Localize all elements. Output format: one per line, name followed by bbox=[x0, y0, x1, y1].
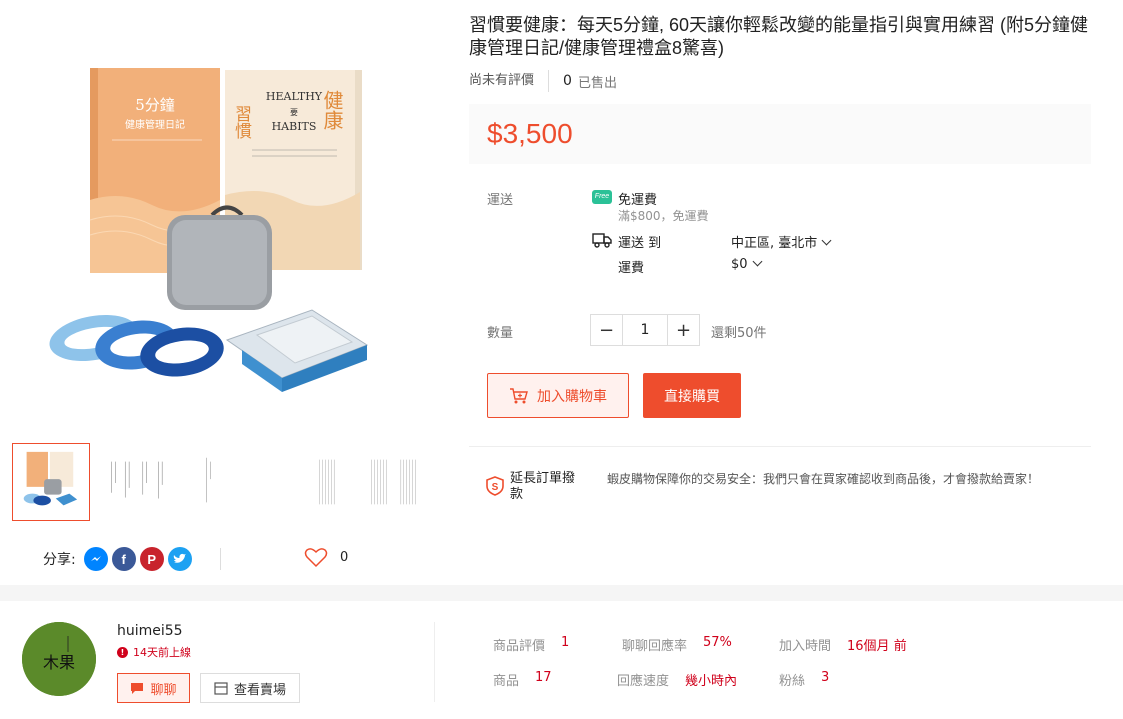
ship-to-value: 中正區, 臺北市 bbox=[731, 236, 818, 251]
like-count: 0 bbox=[340, 549, 349, 565]
book-left-subtitle: 健康管理日記 bbox=[125, 118, 185, 131]
heart-icon bbox=[304, 548, 328, 568]
stat-response-rate: 聊聊回應率 57% bbox=[622, 635, 732, 654]
stat-followers-value: 3 bbox=[821, 670, 830, 685]
view-shop-label: 查看賣場 bbox=[233, 682, 286, 698]
share-row: 分享: f P bbox=[43, 545, 221, 573]
shield-icon: S bbox=[486, 476, 504, 496]
add-to-cart-label: 加入購物車 bbox=[537, 388, 607, 405]
seller-divider bbox=[434, 622, 435, 702]
shop-icon bbox=[214, 681, 228, 695]
ship-to-selector[interactable]: 中正區, 臺北市 bbox=[731, 232, 832, 251]
free-shipping-icon: Free bbox=[592, 190, 612, 204]
seller-online-text: 14天前上線 bbox=[133, 646, 191, 659]
quantity-stepper: − 1 + bbox=[590, 314, 700, 346]
messenger-icon[interactable] bbox=[83, 547, 108, 571]
stat-ratings-label: 商品評價 bbox=[493, 639, 546, 654]
shipping-fee-label: 運費 bbox=[618, 261, 645, 276]
stat-ratings-value: 1 bbox=[561, 635, 570, 650]
quantity-label: 數量 bbox=[487, 326, 514, 341]
seller-name[interactable]: huimei55 bbox=[117, 623, 183, 639]
thumbnail-5[interactable] bbox=[359, 443, 437, 521]
stat-products-value: 17 bbox=[535, 670, 552, 685]
book-left-title: 5分鐘 bbox=[135, 96, 175, 114]
stat-followers-label: 粉絲 bbox=[779, 674, 806, 689]
book-right-en-2: 要 bbox=[290, 108, 298, 117]
facebook-icon[interactable]: f bbox=[111, 547, 136, 571]
book-right-cn-a: 習慣 bbox=[231, 105, 252, 139]
price-section: $3,500 bbox=[469, 104, 1091, 164]
product-title: 習慣要健康：每天5分鐘, 60天讓你輕鬆改變的能量指引與實用練習 (附5分鐘健康… bbox=[469, 15, 1089, 58]
thumbnail-3[interactable] bbox=[185, 443, 264, 521]
chevron-down-icon bbox=[752, 256, 762, 267]
thumbnail-1[interactable] bbox=[12, 443, 90, 521]
stat-products: 商品 17 bbox=[493, 670, 552, 689]
view-shop-button[interactable]: 查看賣場 bbox=[200, 673, 300, 703]
rating-status[interactable]: 尚未有評價 bbox=[469, 70, 550, 92]
section-divider bbox=[469, 446, 1091, 447]
product-price: $3,500 bbox=[487, 118, 573, 149]
stat-response-time: 回應速度 幾小時內 bbox=[617, 670, 737, 689]
chat-icon bbox=[131, 682, 144, 694]
free-shipping-title: 免運費 bbox=[618, 193, 658, 208]
seller-online-status: ! 14天前上線 bbox=[117, 644, 191, 660]
svg-text:S: S bbox=[492, 482, 499, 493]
buy-now-button[interactable]: 直接購買 bbox=[643, 373, 741, 418]
stat-joined-label: 加入時間 bbox=[779, 639, 832, 654]
quantity-plus-button[interactable]: + bbox=[668, 315, 699, 345]
stat-response-time-label: 回應速度 bbox=[617, 674, 670, 689]
section-band bbox=[0, 585, 1123, 601]
cart-icon bbox=[510, 387, 528, 403]
stat-followers: 粉絲 3 bbox=[779, 670, 829, 689]
thumbnail-2[interactable] bbox=[98, 443, 177, 521]
stat-response-rate-label: 聊聊回應率 bbox=[622, 639, 688, 654]
shipping-fee-selector[interactable]: $0 bbox=[731, 256, 762, 272]
truck-icon bbox=[592, 233, 612, 248]
stat-joined-value: 16個月 前 bbox=[847, 639, 907, 654]
stat-response-rate-value: 57% bbox=[703, 635, 732, 650]
avatar[interactable]: 木果 bbox=[22, 622, 96, 696]
shipping-fee-value: $0 bbox=[731, 257, 748, 272]
like-button[interactable]: 0 bbox=[304, 546, 348, 568]
guarantee-description: 蝦皮購物保障你的交易安全：我們只會在買家確認收到商品後，才會撥款給賣家！ bbox=[607, 472, 1040, 486]
sold-count: 0 bbox=[563, 73, 572, 89]
avatar-text: 木果 bbox=[43, 653, 75, 672]
alert-icon: ! bbox=[117, 646, 128, 658]
quantity-minus-button[interactable]: − bbox=[591, 315, 622, 345]
stat-ratings: 商品評價 1 bbox=[493, 635, 569, 654]
book-right-en-3: HABITS bbox=[272, 120, 317, 133]
stat-response-time-value: 幾小時內 bbox=[685, 674, 738, 689]
guarantee-title: 延長訂單撥款 bbox=[510, 471, 576, 502]
book-right-cn-b: 健康 bbox=[320, 90, 344, 130]
quantity-input[interactable]: 1 bbox=[622, 315, 668, 345]
stat-joined: 加入時間 16個月 前 bbox=[779, 635, 907, 654]
thumbnail-strip bbox=[12, 443, 437, 521]
pinterest-icon[interactable]: P bbox=[139, 547, 164, 571]
share-divider bbox=[219, 548, 221, 570]
stock-remaining: 還剩50件 bbox=[711, 326, 767, 341]
book-right-en-1: HEALTHY bbox=[266, 90, 323, 103]
product-main-image[interactable]: 5分鐘 健康管理日記 習慣 健康 HEALTHY 要 HABITS bbox=[12, 20, 437, 425]
chevron-down-icon bbox=[821, 235, 832, 246]
stat-products-label: 商品 bbox=[493, 674, 520, 689]
chat-label: 聊聊 bbox=[150, 682, 177, 698]
shipping-label: 運送 bbox=[487, 193, 514, 208]
twitter-icon[interactable] bbox=[167, 547, 192, 571]
ship-to-label: 運送 到 bbox=[618, 236, 662, 251]
thumbnail-4[interactable] bbox=[272, 443, 351, 521]
product-stats: 尚未有評價 0 已售出 bbox=[469, 70, 617, 92]
free-shipping-condition: 滿$800，免運費 bbox=[618, 209, 709, 223]
add-to-cart-button[interactable]: 加入購物車 bbox=[487, 373, 629, 418]
sold-label: 已售出 bbox=[577, 75, 617, 91]
chat-button[interactable]: 聊聊 bbox=[117, 673, 190, 703]
share-label: 分享: bbox=[43, 552, 76, 568]
